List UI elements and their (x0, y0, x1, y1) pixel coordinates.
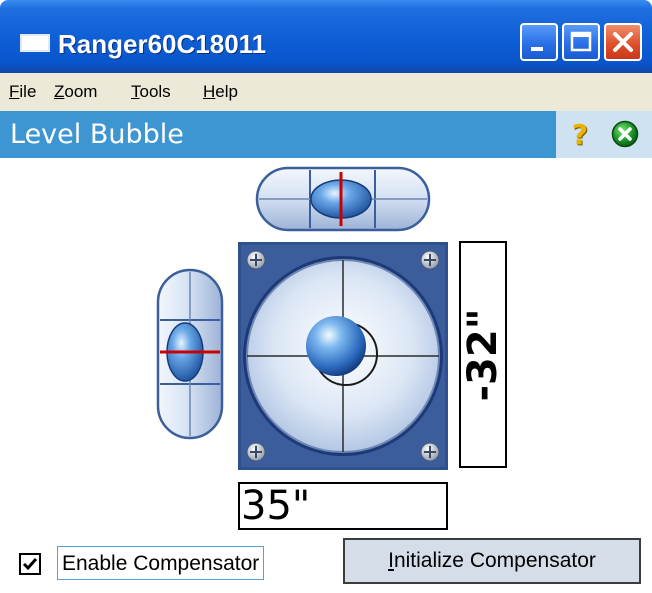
close-button[interactable] (604, 23, 642, 61)
vertical-tilt-readout: -32" (459, 241, 507, 468)
menu-bar: File Zoom Tools Help (0, 73, 652, 111)
maximize-icon (570, 31, 592, 52)
close-icon (613, 32, 633, 52)
menu-zoom[interactable]: Zoom (54, 73, 97, 111)
help-icon[interactable]: ? (565, 119, 595, 151)
vertical-tilt-value: -32" (460, 307, 506, 402)
app-window-icon (20, 34, 50, 52)
horizontal-tilt-value: 35" (241, 483, 311, 529)
horizontal-tilt-readout: 35" (238, 482, 448, 530)
minimize-icon (531, 47, 543, 51)
bullseye-bubble (306, 316, 366, 376)
checkmark-icon (22, 558, 38, 571)
maximize-button[interactable] (562, 23, 600, 61)
window-title: Ranger60C18011 (58, 29, 267, 59)
vertical-level-vial (156, 268, 224, 440)
title-bar: Ranger60C18011 (0, 0, 652, 73)
horizontal-level-vial (255, 166, 431, 232)
bullseye-level (238, 242, 448, 470)
minimize-button[interactable] (520, 23, 558, 61)
menu-help[interactable]: Help (203, 73, 238, 111)
page-title: Level Bubble (10, 119, 184, 150)
menu-file[interactable]: File (9, 73, 36, 111)
menu-tools[interactable]: Tools (131, 73, 171, 111)
ok-icon[interactable] (611, 120, 639, 148)
enable-compensator-label[interactable]: Enable Compensator (57, 546, 265, 580)
page-header: Level Bubble (0, 111, 652, 158)
initialize-compensator-button[interactable]: Initialize Compensator (343, 538, 641, 584)
enable-compensator-checkbox[interactable] (19, 553, 41, 575)
